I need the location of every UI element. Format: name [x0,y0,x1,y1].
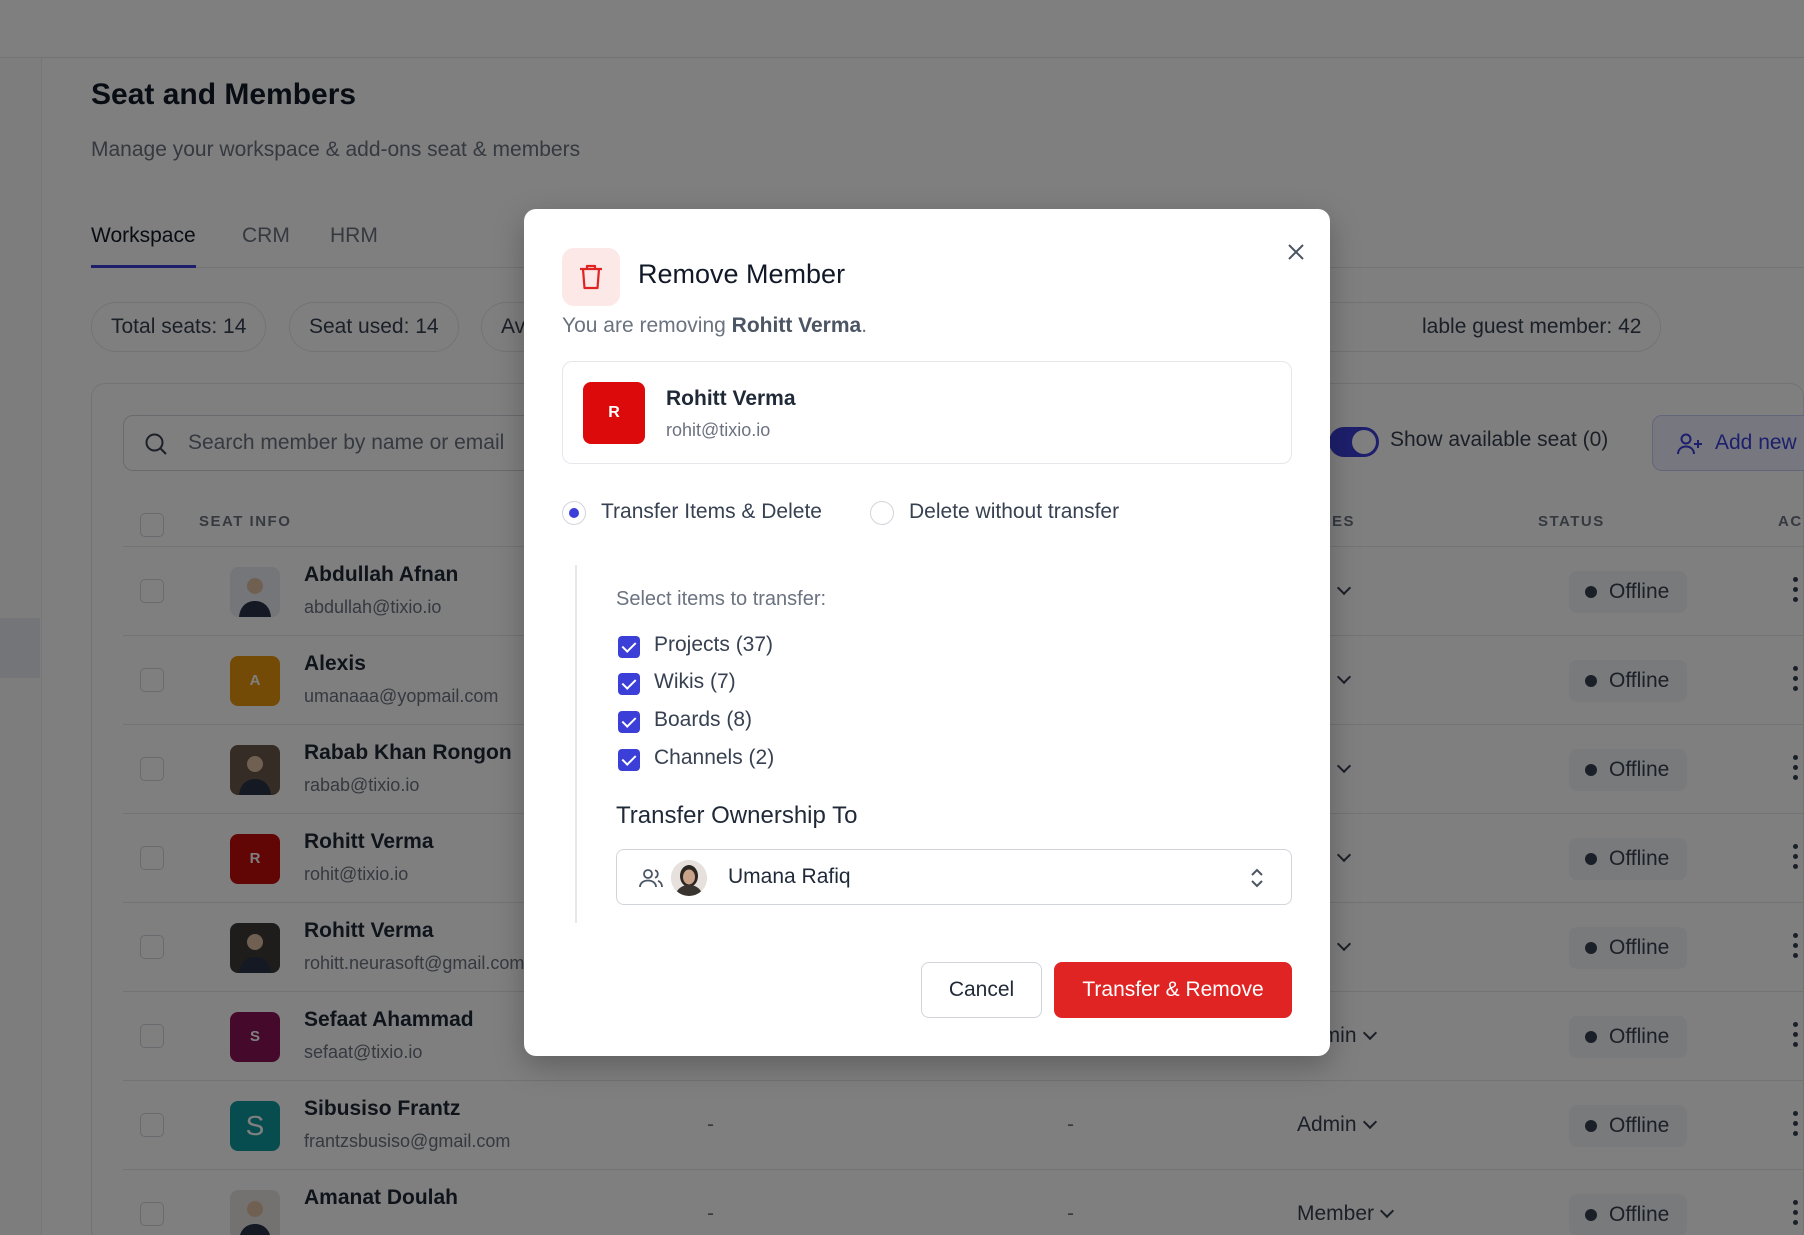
transfer-and-remove-button[interactable]: Transfer & Remove [1054,962,1292,1018]
wikis-checkbox[interactable] [618,673,640,695]
owner-avatar [671,860,707,896]
modal-description: You are removing Rohitt Verma. [562,314,868,337]
removed-member-name: Rohitt Verma [731,314,862,337]
member-name: Rohitt Verma [666,387,796,410]
remove-member-modal: Remove Member You are removing Rohitt Ve… [524,209,1330,1056]
transfer-ownership-label: Transfer Ownership To [616,802,858,829]
channels-checkbox[interactable] [618,749,640,771]
wikis-label[interactable]: Wikis (7) [654,670,736,694]
modal-title: Remove Member [638,259,846,289]
avatar: R [583,382,645,444]
boards-checkbox[interactable] [618,711,640,733]
trash-icon-badge [562,248,620,306]
close-icon[interactable] [1281,237,1311,267]
divider [575,565,577,923]
member-email: rohit@tixio.io [666,420,771,440]
channels-label[interactable]: Channels (2) [654,746,774,770]
boards-label[interactable]: Boards (8) [654,708,752,732]
owner-select[interactable]: Umana Rafiq [616,849,1292,905]
trash-icon [580,264,602,290]
chevron-up-down-icon [1251,868,1263,888]
projects-checkbox[interactable] [618,636,640,658]
transfer-items-radio[interactable] [562,501,586,525]
cancel-button[interactable]: Cancel [921,962,1042,1018]
delete-without-transfer-label[interactable]: Delete without transfer [909,500,1119,524]
owner-name: Umana Rafiq [728,865,851,888]
select-items-label: Select items to transfer: [616,588,827,610]
transfer-items-label[interactable]: Transfer Items & Delete [601,500,822,524]
projects-label[interactable]: Projects (37) [654,633,773,657]
users-icon [639,869,663,888]
delete-without-transfer-radio[interactable] [870,501,894,525]
member-card: R Rohitt Verma rohit@tixio.io [562,361,1292,464]
